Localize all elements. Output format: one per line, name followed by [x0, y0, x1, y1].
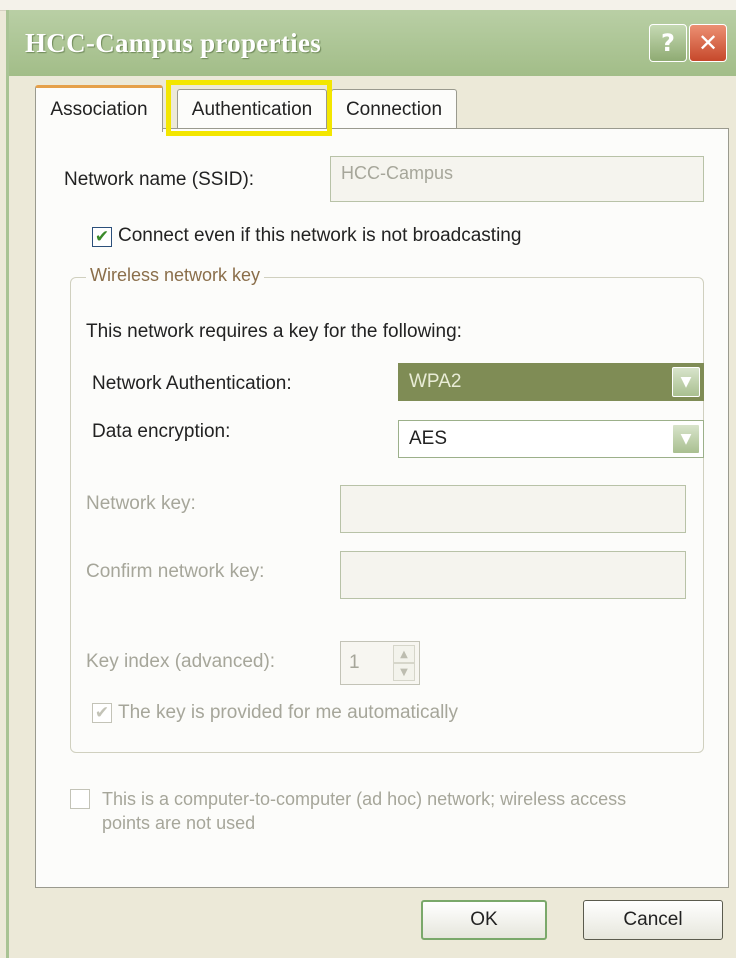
auto-key-checkbox[interactable]: ✔: [92, 703, 112, 723]
properties-dialog: HCC-Campus properties ? ✕ Association Au…: [6, 10, 736, 958]
cancel-button[interactable]: Cancel: [583, 900, 723, 940]
window-title: HCC-Campus properties: [25, 28, 322, 58]
help-button[interactable]: ?: [649, 24, 687, 62]
data-encryption-select[interactable]: AES ▼: [398, 420, 704, 458]
broadcast-label: Connect even if this network is not broa…: [118, 225, 522, 246]
title-bar[interactable]: HCC-Campus properties ? ✕: [9, 10, 736, 76]
confirm-key-field[interactable]: [340, 551, 686, 599]
key-index-label: Key index (advanced):: [86, 651, 276, 672]
help-icon: ?: [661, 29, 675, 57]
dropdown-arrow-icon[interactable]: ▼: [672, 367, 700, 397]
ssid-value: HCC-Campus: [341, 163, 454, 183]
data-encryption-value: AES: [409, 428, 448, 449]
tab-association[interactable]: Association: [35, 85, 163, 132]
key-index-spinner[interactable]: 1 ▲ ▼: [340, 641, 420, 685]
key-requirement-text: This network requires a key for the foll…: [86, 321, 462, 342]
auto-key-label: The key is provided for me automatically: [118, 702, 459, 723]
spin-down-icon[interactable]: ▼: [393, 663, 415, 681]
adhoc-label: This is a computer-to-computer (ad hoc) …: [102, 789, 627, 833]
adhoc-checkbox[interactable]: [70, 789, 90, 809]
tab-connection[interactable]: Connection: [331, 89, 457, 130]
broadcast-checkbox[interactable]: ✔: [92, 227, 112, 247]
close-icon: ✕: [697, 29, 719, 57]
dropdown-arrow-icon[interactable]: ▼: [672, 424, 700, 454]
network-auth-label: Network Authentication:: [92, 373, 292, 394]
checkmark-icon: ✔: [94, 703, 110, 723]
spin-up-icon[interactable]: ▲: [393, 645, 415, 663]
data-encryption-label: Data encryption:: [92, 421, 231, 442]
ok-button[interactable]: OK: [421, 900, 547, 940]
confirm-key-label: Confirm network key:: [86, 561, 265, 582]
close-button[interactable]: ✕: [689, 24, 727, 62]
ssid-field[interactable]: HCC-Campus: [330, 156, 704, 202]
network-key-label: Network key:: [86, 493, 196, 514]
authentication-tab-highlight: [166, 80, 332, 136]
wireless-key-group-title: Wireless network key: [86, 265, 265, 286]
checkmark-icon: ✔: [94, 227, 110, 247]
association-panel: Network name (SSID): HCC-Campus ✔ Connec…: [35, 128, 729, 888]
network-key-field[interactable]: [340, 485, 686, 533]
key-index-value: 1: [349, 652, 360, 673]
network-auth-select[interactable]: WPA2 ▼: [398, 363, 704, 401]
network-auth-value: WPA2: [409, 371, 462, 392]
ssid-label: Network name (SSID):: [64, 169, 255, 190]
